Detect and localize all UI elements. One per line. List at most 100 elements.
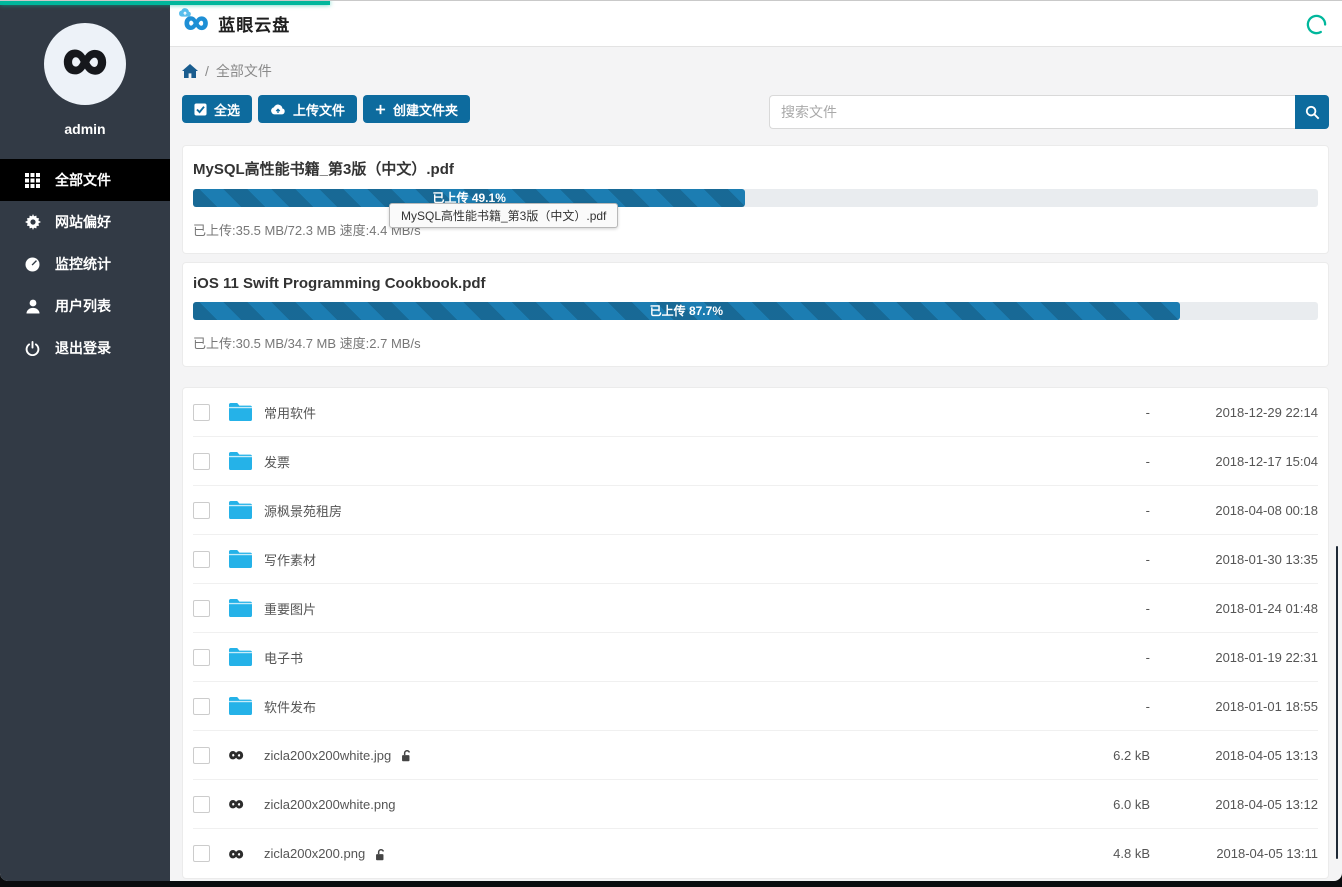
row-checkbox[interactable] — [193, 502, 210, 519]
file-date: 2018-12-17 15:04 — [1150, 454, 1318, 469]
search-input[interactable] — [769, 95, 1295, 129]
folder-icon — [229, 403, 252, 421]
file-name[interactable]: 重要图片 — [264, 599, 316, 618]
row-checkbox[interactable] — [193, 600, 210, 617]
create-folder-button[interactable]: 创建文件夹 — [363, 95, 470, 123]
file-row[interactable]: 写作素材 - 2018-01-30 13:35 — [193, 535, 1318, 584]
file-row[interactable]: 源枫景苑租房 - 2018-04-08 00:18 — [193, 486, 1318, 535]
unlock-icon — [400, 749, 413, 763]
content: / 全部文件 全选 上传文件 — [170, 47, 1342, 881]
file-row[interactable]: 发票 - 2018-12-17 15:04 — [193, 437, 1318, 486]
file-size: - — [1060, 552, 1150, 567]
file-name[interactable]: zicla200x200white.png — [264, 797, 396, 812]
row-checkbox[interactable] — [193, 796, 210, 813]
file-row[interactable]: ∞ zicla200x200white.jpg 6.2 kB 2018-04-0… — [193, 731, 1318, 780]
upload-detail: 已上传:30.5 MB/34.7 MB 速度:2.7 MB/s — [193, 333, 1318, 352]
row-checkbox[interactable] — [193, 845, 210, 862]
sidebar-item-label: 退出登录 — [55, 338, 111, 358]
file-row[interactable]: 重要图片 - 2018-01-24 01:48 — [193, 584, 1318, 633]
file-row[interactable]: 常用软件 - 2018-12-29 22:14 — [193, 388, 1318, 437]
upload-detail: 已上传:35.5 MB/72.3 MB 速度:4.4 MB/s — [193, 220, 1318, 239]
file-date: 2018-04-08 00:18 — [1150, 503, 1318, 518]
upload-filename: iOS 11 Swift Programming Cookbook.pdf — [193, 275, 1318, 292]
file-row[interactable]: ∞ zicla200x200white.png 6.0 kB 2018-04-0… — [193, 780, 1318, 829]
grid-icon — [24, 173, 41, 188]
upload-filename: MySQL高性能书籍_第3版（中文）.pdf — [193, 158, 1318, 179]
sidebar-item-logout[interactable]: 退出登录 — [0, 327, 170, 369]
folder-icon — [229, 697, 252, 715]
select-all-button[interactable]: 全选 — [182, 95, 252, 123]
file-date: 2018-12-29 22:14 — [1150, 405, 1318, 420]
sidebar-item-label: 监控统计 — [55, 254, 111, 274]
file-logo-icon: ∞ — [229, 745, 243, 765]
file-name[interactable]: 电子书 — [264, 648, 303, 667]
sidebar-item-label: 全部文件 — [55, 170, 111, 190]
search-button[interactable] — [1295, 95, 1329, 129]
upload-progress-track: 已上传 87.7% — [193, 302, 1318, 320]
upload-card: MySQL高性能书籍_第3版（中文）.pdf 已上传 49.1% MySQL高性… — [182, 145, 1329, 254]
row-checkbox[interactable] — [193, 551, 210, 568]
folder-icon — [229, 501, 252, 519]
username: admin — [0, 121, 170, 137]
cloud-upload-badge-icon — [178, 7, 192, 17]
upload-file-label: 上传文件 — [293, 100, 345, 119]
row-checkbox[interactable] — [193, 404, 210, 421]
file-date: 2018-04-05 13:12 — [1150, 797, 1318, 812]
sidebar-item-label: 用户列表 — [55, 296, 111, 316]
cloud-upload-icon — [270, 103, 286, 115]
file-size: - — [1060, 650, 1150, 665]
file-size: - — [1060, 699, 1150, 714]
file-date: 2018-04-05 13:11 — [1150, 846, 1318, 861]
toolbar: 全选 上传文件 创建文件夹 — [182, 95, 1329, 129]
row-checkbox[interactable] — [193, 453, 210, 470]
row-checkbox[interactable] — [193, 649, 210, 666]
file-date: 2018-01-30 13:35 — [1150, 552, 1318, 567]
upload-file-button[interactable]: 上传文件 — [258, 95, 357, 123]
check-square-icon — [194, 103, 207, 116]
file-name[interactable]: 发票 — [264, 452, 290, 471]
upload-card: iOS 11 Swift Programming Cookbook.pdf 已上… — [182, 262, 1329, 367]
search-icon — [1305, 105, 1320, 120]
brand-home-link[interactable]: ∞ 蓝眼云盘 — [184, 7, 290, 41]
page-loading-bar — [0, 1, 330, 5]
row-checkbox[interactable] — [193, 698, 210, 715]
file-date: 2018-01-01 18:55 — [1150, 699, 1318, 714]
search-bar — [769, 95, 1329, 129]
folder-icon — [229, 452, 252, 470]
app-window: ∞ admin 全部文件 — [0, 0, 1342, 881]
gauge-icon — [24, 257, 41, 272]
file-name[interactable]: 常用软件 — [264, 403, 316, 422]
row-checkbox[interactable] — [193, 747, 210, 764]
filename-tooltip: MySQL高性能书籍_第3版（中文）.pdf — [389, 203, 618, 228]
file-row[interactable]: 电子书 - 2018-01-19 22:31 — [193, 633, 1318, 682]
gear-icon — [24, 214, 41, 230]
file-size: 6.0 kB — [1060, 797, 1150, 812]
file-name[interactable]: 写作素材 — [264, 550, 316, 569]
user-icon — [24, 299, 41, 314]
file-name[interactable]: 源枫景苑租房 — [264, 501, 342, 520]
sidebar-item-user-list[interactable]: 用户列表 — [0, 285, 170, 327]
folder-icon — [229, 550, 252, 568]
app-header: ∞ 蓝眼云盘 — [170, 1, 1342, 47]
sidebar-item-monitor-stats[interactable]: 监控统计 — [0, 243, 170, 285]
sidebar-item-all-files[interactable]: 全部文件 — [0, 159, 170, 201]
file-name[interactable]: 软件发布 — [264, 697, 316, 716]
file-name[interactable]: zicla200x200.png — [264, 846, 365, 861]
upload-progress-fill: 已上传 87.7% — [193, 302, 1180, 320]
home-icon[interactable] — [182, 64, 198, 78]
file-name[interactable]: zicla200x200white.jpg — [264, 748, 391, 763]
folder-icon — [229, 599, 252, 617]
power-icon — [24, 341, 41, 356]
scrollbar-thumb[interactable] — [1336, 546, 1338, 859]
sidebar: ∞ admin 全部文件 — [0, 1, 170, 881]
sidebar-item-site-preferences[interactable]: 网站偏好 — [0, 201, 170, 243]
file-row[interactable]: ∞ zicla200x200.png 4.8 kB 2018-04-05 13:… — [193, 829, 1318, 878]
file-logo-icon: ∞ — [229, 794, 243, 814]
sidebar-item-label: 网站偏好 — [55, 212, 111, 232]
file-row[interactable]: 软件发布 - 2018-01-01 18:55 — [193, 682, 1318, 731]
loading-spinner — [1305, 13, 1328, 36]
upload-progress-track: 已上传 49.1% — [193, 189, 1318, 207]
app-title: 蓝眼云盘 — [218, 11, 290, 36]
file-size: 4.8 kB — [1060, 846, 1150, 861]
infinity-logo-icon: ∞ — [63, 29, 107, 91]
